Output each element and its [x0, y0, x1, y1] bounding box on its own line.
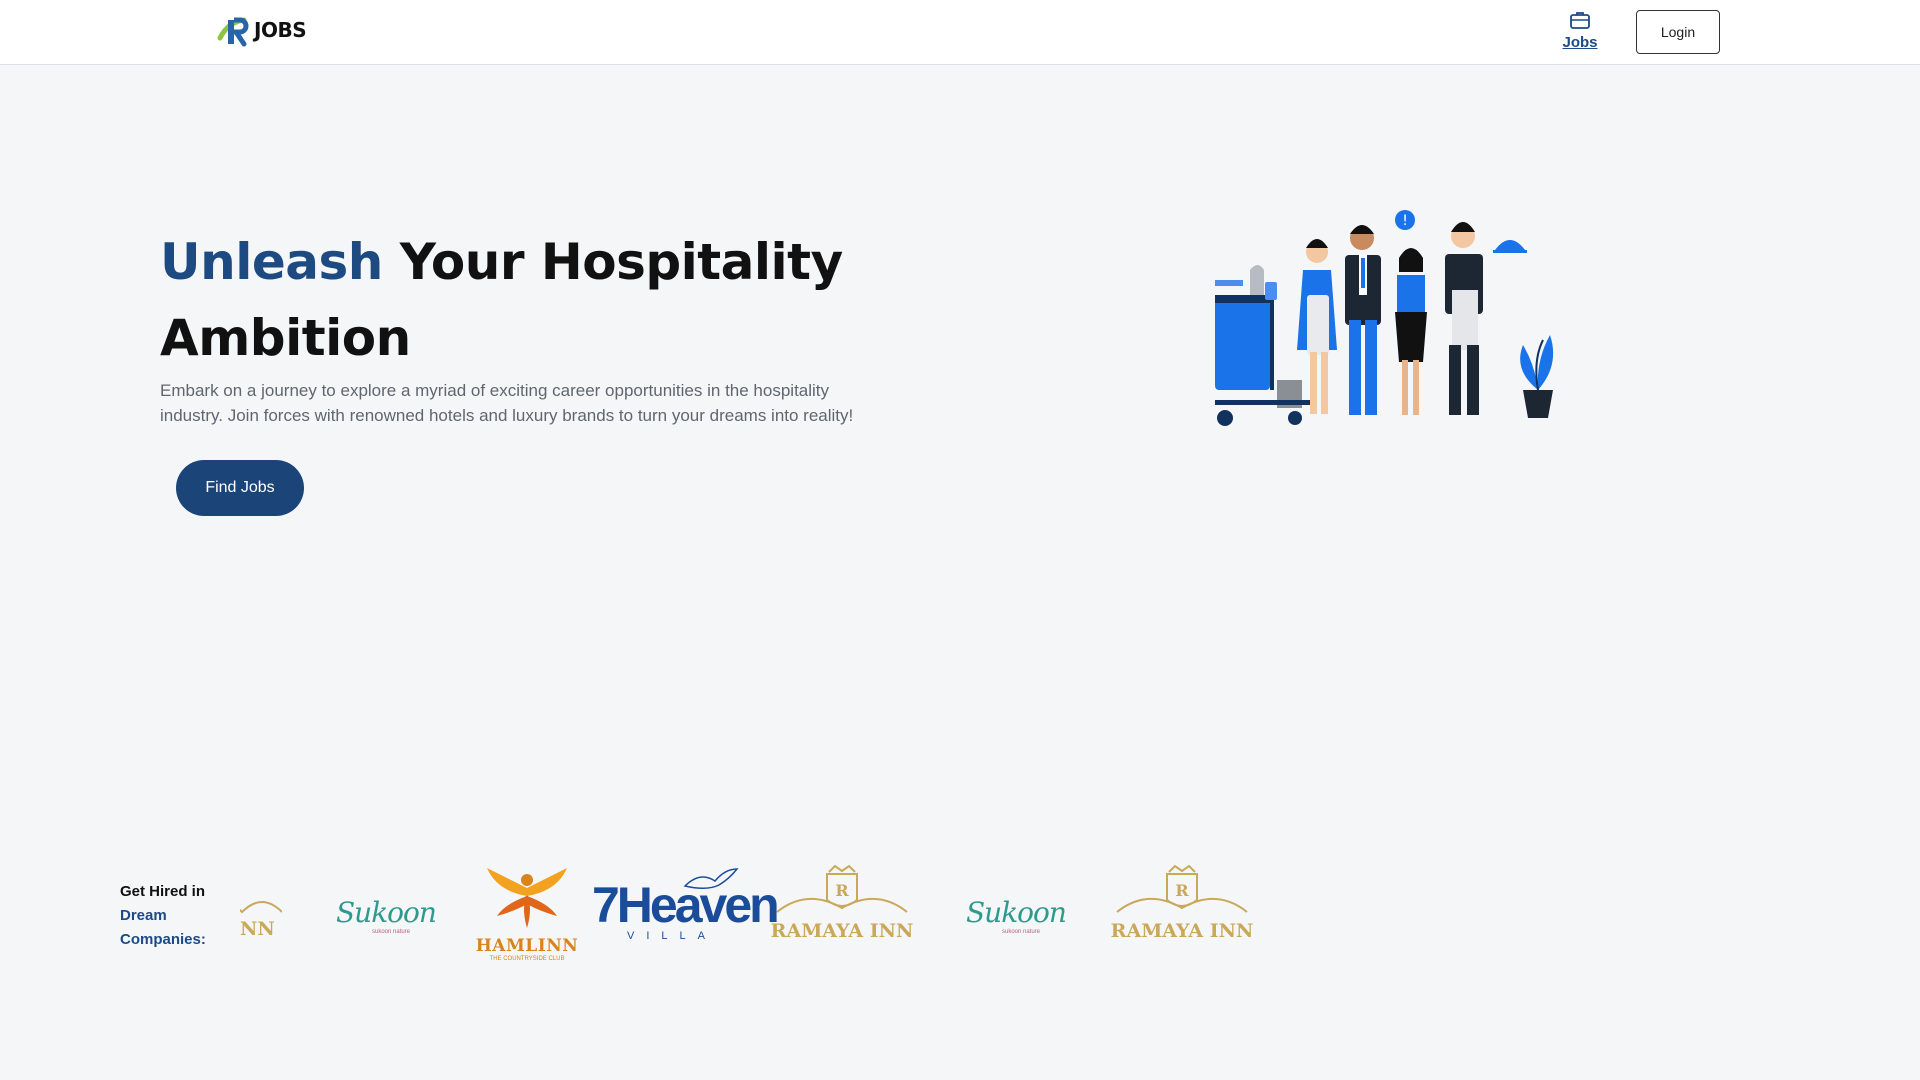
potted-plant-icon	[1520, 335, 1554, 418]
dove-icon	[683, 868, 739, 889]
company-logos-carousel[interactable]: NN Sukoon sukoon nature HAMLINN THE COUN…	[240, 860, 1260, 970]
company-logo-sukoon: Sukoon sukoon nature	[336, 860, 446, 970]
svg-text:!: !	[1402, 213, 1408, 229]
sukoon-name: Sukoon	[336, 896, 437, 929]
crest-icon: R	[776, 864, 908, 913]
phoenix-icon	[487, 868, 567, 928]
companies-label: Get Hired in Dream Companies:	[120, 880, 220, 952]
company-logo-sukoon-2: Sukoon sukoon nature	[966, 860, 1076, 970]
hero-title: Unleash Your Hospitality Ambition	[160, 224, 940, 376]
ramaya-inn-name: RAMAYA INN	[770, 920, 914, 942]
crest-icon-2: R	[1116, 864, 1248, 913]
top-navbar: JOBS Jobs Login	[0, 0, 1920, 65]
receptionist-figure-icon	[1395, 248, 1427, 415]
ramaya-inn-name-2: RAMAYA INN	[1110, 920, 1254, 942]
hamlinn-tagline: THE COUNTRYSIDE CLUB	[489, 956, 565, 962]
companies-label-prefix: Get Hired in	[120, 883, 206, 900]
company-logo-ramaya-inn-2: R RAMAYA INN	[1102, 860, 1260, 970]
site-logo[interactable]: JOBS	[214, 12, 307, 48]
company-logo-partial: NN	[240, 860, 285, 970]
svg-text:R: R	[1175, 881, 1189, 900]
cleaning-cart-icon	[1215, 265, 1310, 426]
hamlinn-name: HAMLINN	[475, 936, 579, 956]
svg-text:R: R	[835, 881, 849, 900]
company-logo-7heaven: 7Heaven VILLA	[592, 860, 780, 970]
find-jobs-button[interactable]: Find Jobs	[176, 460, 304, 516]
hero-subtitle: Embark on a journey to explore a myriad …	[160, 381, 854, 425]
sukoon-name-2: Sukoon	[966, 896, 1067, 929]
company-logo-hamlinn: HAMLINN THE COUNTRYSIDE CLUB	[472, 860, 582, 970]
companies-label-accent: Dream Companies:	[120, 907, 206, 948]
waiter-figure-icon	[1445, 222, 1527, 415]
hospitality-staff-illustration: !	[1215, 210, 1554, 426]
company-logo-partial-text: NN	[240, 918, 275, 940]
login-button[interactable]: Login	[1636, 10, 1720, 54]
nav-jobs-link[interactable]: Jobs	[1560, 10, 1600, 51]
company-logo-ramaya-inn: R RAMAYA INN	[762, 860, 922, 970]
maid-figure-icon	[1297, 239, 1337, 414]
nav-jobs-label: Jobs	[1562, 34, 1598, 51]
sukoon-tagline: sukoon nature	[371, 929, 411, 935]
logo-text: JOBS	[254, 18, 307, 42]
sukoon-tagline-2: sukoon nature	[1001, 929, 1041, 935]
hero-title-accent: Unleash	[160, 233, 383, 291]
r-logo-icon	[217, 17, 249, 47]
briefcase-icon	[1570, 12, 1590, 29]
